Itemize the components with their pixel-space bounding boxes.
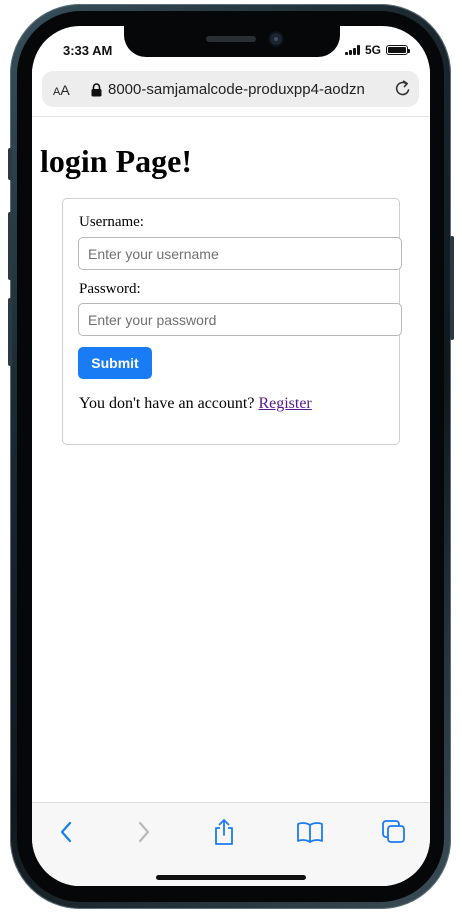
network-type: 5G xyxy=(364,43,381,57)
notch xyxy=(124,26,340,57)
address-bar[interactable]: AA 8000-samjamalcode-produxpp4-aodzn xyxy=(42,71,419,107)
back-icon[interactable] xyxy=(51,817,81,847)
status-time: 3:33 AM xyxy=(63,43,113,58)
text-size-button[interactable]: AA xyxy=(53,82,70,98)
browser-address-area: AA 8000-samjamalcode-produxpp4-aodzn xyxy=(32,66,430,117)
page-title: login Page! xyxy=(40,143,192,179)
screen: 3:33 AM 5G AA 8000-samjamalcode-produxpp… xyxy=(32,26,430,886)
register-link[interactable]: Register xyxy=(258,395,311,412)
url-text[interactable]: 8000-samjamalcode-produxpp4-aodzn xyxy=(108,81,386,98)
home-indicator[interactable] xyxy=(156,875,306,880)
bookmarks-icon[interactable] xyxy=(295,817,325,847)
login-form: Username: Password: Submit You don't hav… xyxy=(62,198,402,445)
status-indicators: 5G xyxy=(344,43,410,57)
tabs-icon[interactable] xyxy=(379,817,409,847)
earpiece-speaker xyxy=(206,36,256,42)
password-label: Password: xyxy=(79,281,141,297)
submit-button[interactable]: Submit xyxy=(78,347,152,379)
username-label: Username: xyxy=(79,214,144,230)
username-input[interactable] xyxy=(78,237,402,270)
lock-icon xyxy=(91,83,102,102)
reload-icon[interactable] xyxy=(393,79,413,104)
volume-down-button xyxy=(8,298,12,366)
password-input[interactable] xyxy=(78,303,402,336)
volume-up-button xyxy=(8,212,12,280)
web-page: login Page! Username: Password: Submit Y… xyxy=(32,117,430,802)
power-button xyxy=(450,236,454,340)
signal-icon xyxy=(344,45,360,55)
browser-toolbar xyxy=(32,802,430,886)
text-size-large-label: A xyxy=(60,82,70,98)
mute-switch xyxy=(8,148,12,180)
forward-icon[interactable] xyxy=(129,817,159,847)
battery-icon xyxy=(386,45,410,55)
front-camera xyxy=(270,33,282,45)
register-prompt: You don't have an account? Register xyxy=(79,395,312,413)
share-icon[interactable] xyxy=(209,817,239,847)
register-prompt-text: You don't have an account? xyxy=(79,395,259,412)
